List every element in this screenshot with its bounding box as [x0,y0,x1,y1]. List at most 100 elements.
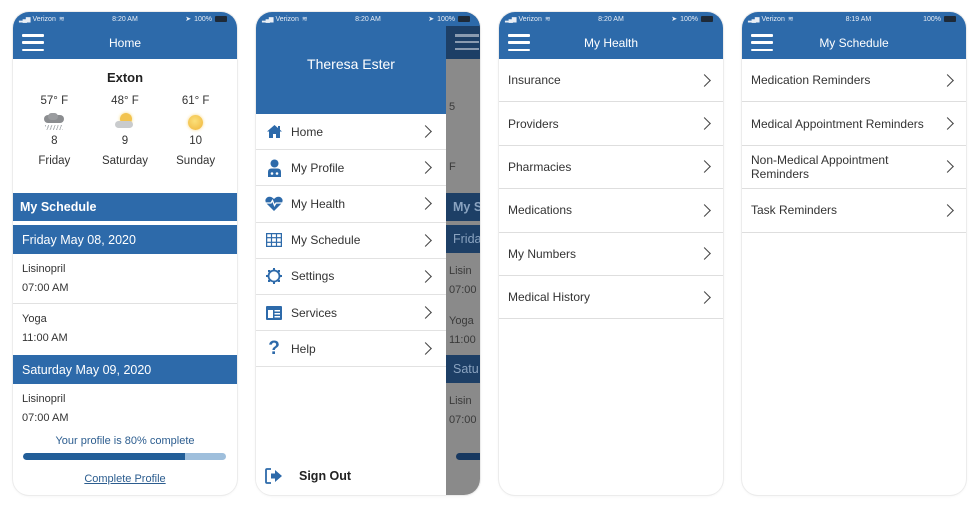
list-item-label: My Numbers [508,246,577,261]
list-item-label: Pharmacies [508,159,572,174]
clock: 8:20 AM [355,15,381,23]
heart-pulse-icon [265,195,283,213]
page-title: My Health [583,35,639,50]
battery-percent: 100% [680,15,698,23]
sign-out-icon [265,467,285,485]
page-title: My Schedule [819,35,889,50]
menu-item-my-health[interactable]: My Health [256,186,446,223]
list-item-label: Medications [508,203,573,218]
menu-icon[interactable] [751,34,773,51]
battery-percent: 100% [194,15,212,23]
menu-item-my-schedule[interactable]: My Schedule [256,223,446,259]
calendar-grid-icon [265,231,283,249]
battery-icon [215,16,227,22]
chevron-right-icon [419,125,432,138]
list-item-medical-history[interactable]: Medical History [499,276,723,320]
user-name: Theresa Ester [307,56,395,72]
list-item-label: Insurance [508,73,561,88]
forecast-date: 8 [51,135,58,147]
list-item-task-reminders[interactable]: Task Reminders [742,189,966,233]
battery-percent: 100% [437,15,455,23]
menu-item-label: My Health [291,196,346,211]
background-overlay[interactable]: 5 F My S Frida Lisin 07:00 Yoga 11:00 Sa… [446,12,480,495]
sun-cloud-icon [112,111,138,133]
list-item-insurance[interactable]: Insurance [499,59,723,103]
overlay-text: 07:00 [449,414,477,426]
forecast-date: 9 [121,135,129,147]
forecast-day-name: Friday [38,155,71,167]
sun-icon [183,111,209,133]
overlay-schedule-header: My S [446,193,480,221]
nav-bar: My Health [499,26,723,59]
schedule-header: My Schedule [13,193,237,221]
menu-item-my-profile[interactable]: My Profile [256,150,446,187]
list-item-providers[interactable]: Providers [499,102,723,146]
overlay-text: Lisin [449,395,472,407]
signal-icon: ▂▄▆ [748,16,760,23]
wifi-icon: ≋ [544,16,551,23]
menu-item-label: Help [291,341,316,356]
menu-screen: 5 F My S Frida Lisin 07:00 Yoga 11:00 Sa… [256,12,480,495]
health-list: Insurance Providers Pharmacies Medicatio… [499,59,723,320]
overlay-temp: 5 [449,101,456,113]
sign-out-label: Sign Out [299,469,352,483]
home-icon [265,123,283,141]
forecast-temp: 57° F [40,95,69,107]
clock: 8:19 AM [845,15,872,23]
carrier: Verizon [275,15,299,23]
sign-out-button[interactable]: Sign Out [265,467,351,485]
battery-icon [701,16,713,22]
complete-profile-link[interactable]: Complete Profile [13,473,237,485]
chevron-right-icon [419,161,432,175]
menu-icon[interactable] [508,34,530,51]
location-icon: ➤ [671,16,678,23]
overlay-text: Lisin [449,265,472,277]
overlay-date: Frida [446,225,480,253]
chevron-right-icon [419,342,432,356]
drawer-menu: Home My Profile My Health My Schedule Se [256,114,446,368]
menu-item-label: My Schedule [291,233,361,248]
home-screen: ▂▄▆ Verizon ≋ 8:20 AM ➤ 100% Home Exton 57°… [13,12,237,495]
menu-item-label: Settings [291,269,335,284]
weather-city: Exton [106,70,144,85]
menu-icon [455,34,479,50]
list-item-pharmacies[interactable]: Pharmacies [499,146,723,190]
wifi-icon: ≋ [58,16,65,23]
chevron-right-icon [698,203,711,217]
list-item-non-medical-appointment-reminders[interactable]: Non-Medical Appointment Reminders [742,146,966,190]
schedule-entry[interactable]: Yoga 11:00 AM [13,310,237,355]
schedule-date: Friday May 08, 2020 [13,225,237,254]
list-item-label: Medical Appointment Reminders [751,116,924,131]
chevron-right-icon [419,269,432,283]
my-schedule-screen: ▂▄▆ Verizon ≋ 8:19 AM 100% My Schedule Med… [742,12,966,495]
menu-item-home[interactable]: Home [256,114,446,151]
entry-name: Lisinopril [22,263,66,275]
menu-item-services[interactable]: Services [256,295,446,332]
schedule-entry[interactable]: Lisinopril 07:00 AM [13,260,237,304]
list-item-medication-reminders[interactable]: Medication Reminders [742,59,966,103]
list-item-my-numbers[interactable]: My Numbers [499,233,723,276]
overlay-text: Yoga [449,315,474,327]
status-bar: ▂▄▆ Verizon ≋ 8:20 AM ➤ 100% [13,12,237,26]
forecast-day: 48° F 9 Saturday [90,95,160,173]
cloud-rain-icon [41,111,67,133]
gear-icon [265,267,283,285]
menu-icon[interactable] [22,34,44,51]
clock: 8:20 AM [598,15,624,23]
list-item-medications[interactable]: Medications [499,189,723,233]
chevron-right-icon [941,73,954,87]
schedule-entry[interactable]: Lisinopril 07:00 AM [13,390,237,430]
nav-bar: My Schedule [742,26,966,59]
signal-icon: ▂▄▆ [262,16,274,23]
status-bar: ▂▄▆ Verizon ≋ 8:20 AM ➤ 100% [499,12,723,26]
signal-icon: ▂▄▆ [19,16,31,23]
list-item-medical-appointment-reminders[interactable]: Medical Appointment Reminders [742,102,966,146]
forecast-day-name: Saturday [101,155,148,167]
entry-name: Yoga [22,313,47,325]
wifi-icon: ≋ [301,16,308,23]
carrier: Verizon [518,15,542,23]
chevron-right-icon [419,233,432,247]
menu-item-settings[interactable]: Settings [256,259,446,295]
forecast-day-name: Sunday [176,155,216,167]
menu-item-help[interactable]: ? Help [256,331,446,368]
